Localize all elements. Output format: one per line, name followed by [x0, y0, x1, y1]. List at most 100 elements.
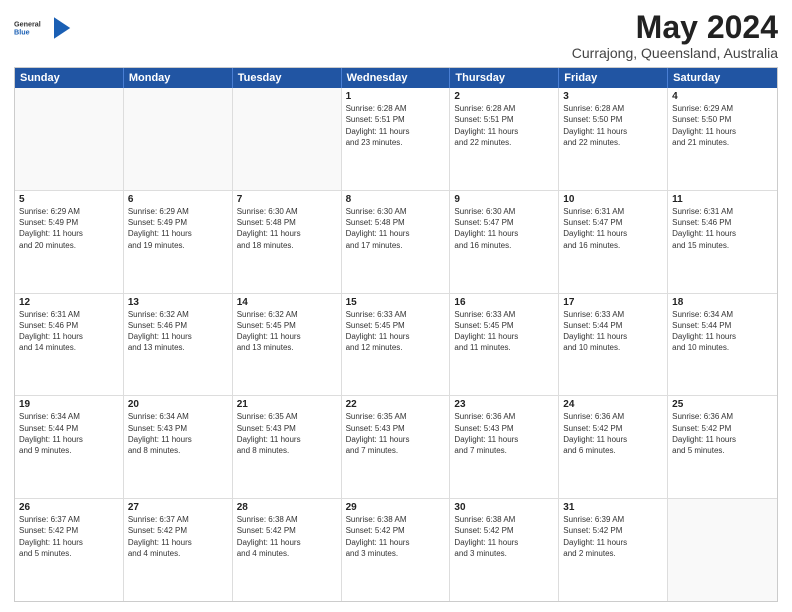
day-content: Sunrise: 6:36 AM Sunset: 5:42 PM Dayligh… — [672, 411, 773, 456]
calendar-day-cell: 31Sunrise: 6:39 AM Sunset: 5:42 PM Dayli… — [559, 499, 668, 601]
calendar-day-cell — [15, 88, 124, 190]
calendar-day-cell: 30Sunrise: 6:38 AM Sunset: 5:42 PM Dayli… — [450, 499, 559, 601]
calendar-day-cell: 21Sunrise: 6:35 AM Sunset: 5:43 PM Dayli… — [233, 396, 342, 498]
calendar-day-cell: 25Sunrise: 6:36 AM Sunset: 5:42 PM Dayli… — [668, 396, 777, 498]
title-month: May 2024 — [572, 10, 778, 45]
day-number: 18 — [672, 297, 773, 308]
day-content: Sunrise: 6:30 AM Sunset: 5:48 PM Dayligh… — [237, 206, 337, 251]
calendar-day-cell: 6Sunrise: 6:29 AM Sunset: 5:49 PM Daylig… — [124, 191, 233, 293]
day-number: 2 — [454, 91, 554, 102]
calendar-header-cell: Thursday — [450, 68, 559, 88]
day-content: Sunrise: 6:28 AM Sunset: 5:51 PM Dayligh… — [346, 103, 446, 148]
calendar-day-cell: 16Sunrise: 6:33 AM Sunset: 5:45 PM Dayli… — [450, 294, 559, 396]
calendar-day-cell: 23Sunrise: 6:36 AM Sunset: 5:43 PM Dayli… — [450, 396, 559, 498]
svg-text:Blue: Blue — [14, 27, 30, 36]
day-content: Sunrise: 6:38 AM Sunset: 5:42 PM Dayligh… — [237, 514, 337, 559]
calendar-day-cell: 17Sunrise: 6:33 AM Sunset: 5:44 PM Dayli… — [559, 294, 668, 396]
calendar-day-cell: 27Sunrise: 6:37 AM Sunset: 5:42 PM Dayli… — [124, 499, 233, 601]
day-number: 25 — [672, 399, 773, 410]
day-number: 3 — [563, 91, 663, 102]
calendar-day-cell: 22Sunrise: 6:35 AM Sunset: 5:43 PM Dayli… — [342, 396, 451, 498]
day-content: Sunrise: 6:29 AM Sunset: 5:50 PM Dayligh… — [672, 103, 773, 148]
day-number: 26 — [19, 502, 119, 513]
day-number: 27 — [128, 502, 228, 513]
day-number: 28 — [237, 502, 337, 513]
calendar-week-row: 26Sunrise: 6:37 AM Sunset: 5:42 PM Dayli… — [15, 499, 777, 601]
day-number: 15 — [346, 297, 446, 308]
day-number: 30 — [454, 502, 554, 513]
calendar-day-cell: 14Sunrise: 6:32 AM Sunset: 5:45 PM Dayli… — [233, 294, 342, 396]
day-content: Sunrise: 6:32 AM Sunset: 5:45 PM Dayligh… — [237, 309, 337, 354]
header: General Blue May 2024 Currajong, Queensl… — [14, 10, 778, 61]
day-content: Sunrise: 6:31 AM Sunset: 5:47 PM Dayligh… — [563, 206, 663, 251]
title-location: Currajong, Queensland, Australia — [572, 45, 778, 61]
day-number: 10 — [563, 194, 663, 205]
calendar-week-row: 19Sunrise: 6:34 AM Sunset: 5:44 PM Dayli… — [15, 396, 777, 499]
day-number: 12 — [19, 297, 119, 308]
day-number: 11 — [672, 194, 773, 205]
calendar-header-cell: Saturday — [668, 68, 777, 88]
day-number: 4 — [672, 91, 773, 102]
calendar-week-row: 12Sunrise: 6:31 AM Sunset: 5:46 PM Dayli… — [15, 294, 777, 397]
calendar: SundayMondayTuesdayWednesdayThursdayFrid… — [14, 67, 778, 602]
day-content: Sunrise: 6:31 AM Sunset: 5:46 PM Dayligh… — [672, 206, 773, 251]
day-content: Sunrise: 6:33 AM Sunset: 5:44 PM Dayligh… — [563, 309, 663, 354]
calendar-header-cell: Monday — [124, 68, 233, 88]
calendar-day-cell: 10Sunrise: 6:31 AM Sunset: 5:47 PM Dayli… — [559, 191, 668, 293]
calendar-day-cell — [124, 88, 233, 190]
calendar-day-cell: 20Sunrise: 6:34 AM Sunset: 5:43 PM Dayli… — [124, 396, 233, 498]
logo-arrow-icon — [54, 10, 72, 46]
day-content: Sunrise: 6:28 AM Sunset: 5:51 PM Dayligh… — [454, 103, 554, 148]
calendar-header-row: SundayMondayTuesdayWednesdayThursdayFrid… — [15, 68, 777, 88]
day-number: 16 — [454, 297, 554, 308]
day-content: Sunrise: 6:37 AM Sunset: 5:42 PM Dayligh… — [19, 514, 119, 559]
day-content: Sunrise: 6:33 AM Sunset: 5:45 PM Dayligh… — [454, 309, 554, 354]
calendar-day-cell: 4Sunrise: 6:29 AM Sunset: 5:50 PM Daylig… — [668, 88, 777, 190]
day-number: 31 — [563, 502, 663, 513]
day-content: Sunrise: 6:34 AM Sunset: 5:43 PM Dayligh… — [128, 411, 228, 456]
calendar-day-cell: 7Sunrise: 6:30 AM Sunset: 5:48 PM Daylig… — [233, 191, 342, 293]
day-number: 20 — [128, 399, 228, 410]
calendar-day-cell: 29Sunrise: 6:38 AM Sunset: 5:42 PM Dayli… — [342, 499, 451, 601]
day-number: 19 — [19, 399, 119, 410]
calendar-header-cell: Sunday — [15, 68, 124, 88]
calendar-day-cell: 8Sunrise: 6:30 AM Sunset: 5:48 PM Daylig… — [342, 191, 451, 293]
calendar-day-cell: 15Sunrise: 6:33 AM Sunset: 5:45 PM Dayli… — [342, 294, 451, 396]
calendar-week-row: 1Sunrise: 6:28 AM Sunset: 5:51 PM Daylig… — [15, 88, 777, 191]
day-content: Sunrise: 6:29 AM Sunset: 5:49 PM Dayligh… — [128, 206, 228, 251]
calendar-day-cell: 3Sunrise: 6:28 AM Sunset: 5:50 PM Daylig… — [559, 88, 668, 190]
day-content: Sunrise: 6:36 AM Sunset: 5:43 PM Dayligh… — [454, 411, 554, 456]
day-number: 1 — [346, 91, 446, 102]
logo: General Blue — [14, 10, 72, 46]
day-number: 8 — [346, 194, 446, 205]
day-number: 24 — [563, 399, 663, 410]
calendar-day-cell: 13Sunrise: 6:32 AM Sunset: 5:46 PM Dayli… — [124, 294, 233, 396]
calendar-day-cell: 2Sunrise: 6:28 AM Sunset: 5:51 PM Daylig… — [450, 88, 559, 190]
calendar-header-cell: Friday — [559, 68, 668, 88]
day-content: Sunrise: 6:28 AM Sunset: 5:50 PM Dayligh… — [563, 103, 663, 148]
day-number: 17 — [563, 297, 663, 308]
calendar-week-row: 5Sunrise: 6:29 AM Sunset: 5:49 PM Daylig… — [15, 191, 777, 294]
calendar-day-cell — [233, 88, 342, 190]
day-number: 21 — [237, 399, 337, 410]
day-content: Sunrise: 6:39 AM Sunset: 5:42 PM Dayligh… — [563, 514, 663, 559]
calendar-day-cell: 5Sunrise: 6:29 AM Sunset: 5:49 PM Daylig… — [15, 191, 124, 293]
day-content: Sunrise: 6:31 AM Sunset: 5:46 PM Dayligh… — [19, 309, 119, 354]
calendar-day-cell: 9Sunrise: 6:30 AM Sunset: 5:47 PM Daylig… — [450, 191, 559, 293]
day-content: Sunrise: 6:38 AM Sunset: 5:42 PM Dayligh… — [346, 514, 446, 559]
calendar-day-cell: 18Sunrise: 6:34 AM Sunset: 5:44 PM Dayli… — [668, 294, 777, 396]
day-content: Sunrise: 6:34 AM Sunset: 5:44 PM Dayligh… — [672, 309, 773, 354]
calendar-day-cell: 26Sunrise: 6:37 AM Sunset: 5:42 PM Dayli… — [15, 499, 124, 601]
day-content: Sunrise: 6:36 AM Sunset: 5:42 PM Dayligh… — [563, 411, 663, 456]
calendar-day-cell: 11Sunrise: 6:31 AM Sunset: 5:46 PM Dayli… — [668, 191, 777, 293]
day-number: 6 — [128, 194, 228, 205]
day-content: Sunrise: 6:30 AM Sunset: 5:48 PM Dayligh… — [346, 206, 446, 251]
page: General Blue May 2024 Currajong, Queensl… — [0, 0, 792, 612]
day-content: Sunrise: 6:38 AM Sunset: 5:42 PM Dayligh… — [454, 514, 554, 559]
calendar-day-cell: 1Sunrise: 6:28 AM Sunset: 5:51 PM Daylig… — [342, 88, 451, 190]
calendar-day-cell: 19Sunrise: 6:34 AM Sunset: 5:44 PM Dayli… — [15, 396, 124, 498]
calendar-body: 1Sunrise: 6:28 AM Sunset: 5:51 PM Daylig… — [15, 88, 777, 601]
day-number: 22 — [346, 399, 446, 410]
calendar-day-cell: 28Sunrise: 6:38 AM Sunset: 5:42 PM Dayli… — [233, 499, 342, 601]
logo-svg: General Blue — [14, 10, 50, 46]
